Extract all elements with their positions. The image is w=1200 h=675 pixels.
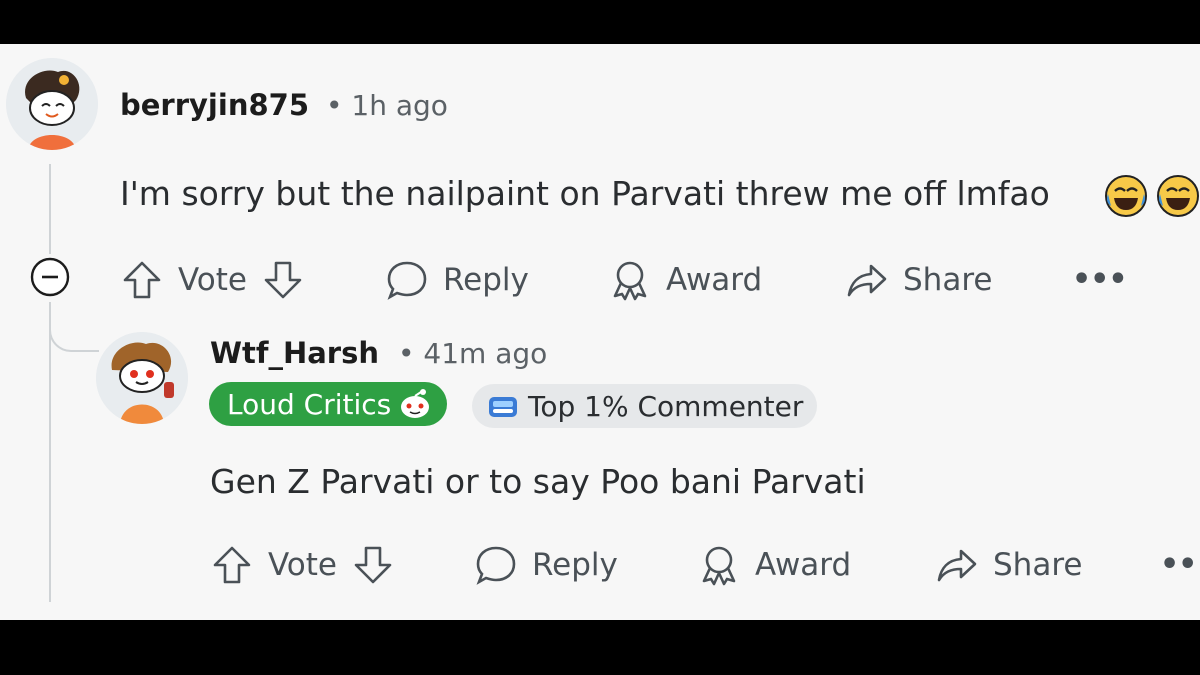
achievement-icon [489, 397, 517, 417]
thread-connector [49, 302, 99, 352]
upvote-group: Vote [120, 258, 305, 302]
share-icon [937, 549, 977, 582]
comment-body: I'm sorry but the nailpaint on Parvati t… [120, 174, 1050, 213]
snoo-icon [401, 389, 430, 418]
achievement-label: Top 1% Commenter [528, 389, 804, 423]
comment-thread: berryjin875 • 1h ago I'm sorry but the n… [0, 44, 1200, 620]
share-label: Share [903, 262, 993, 298]
comment-timestamp: • 41m ago [398, 337, 548, 370]
award-button[interactable]: Award [697, 543, 851, 587]
vote-label: Vote [268, 547, 337, 583]
upvote-icon[interactable] [120, 258, 164, 302]
award-icon [702, 546, 736, 586]
reply-button[interactable]: Reply [385, 258, 529, 302]
reply-label: Reply [443, 262, 529, 298]
thread-line[interactable] [49, 302, 51, 602]
speech-bubble-icon [476, 546, 516, 585]
award-label: Award [666, 262, 763, 298]
speech-bubble-icon [387, 261, 427, 300]
comment-username[interactable]: Wtf_Harsh [210, 336, 379, 370]
avatar[interactable] [6, 58, 98, 150]
downvote-icon[interactable] [351, 543, 395, 587]
downvote-icon[interactable] [261, 258, 305, 302]
comment-text: I'm sorry but the nailpaint on Parvati t… [120, 174, 1050, 213]
upvote-group: Vote [210, 543, 395, 587]
upvote-icon[interactable] [210, 543, 254, 587]
avatar[interactable] [96, 332, 188, 424]
reply-label: Reply [532, 547, 618, 583]
award-button[interactable]: Award [608, 258, 762, 302]
laughing-tears-emoji-icon [1105, 175, 1147, 217]
laughing-tears-emoji-icon [1157, 175, 1199, 217]
reply-button[interactable]: Reply [474, 543, 618, 587]
flair-label: Loud Critics [227, 387, 392, 421]
vote-label: Vote [178, 262, 247, 298]
more-options-icon[interactable]: ••• [1072, 262, 1128, 297]
collapse-icon[interactable] [30, 257, 70, 297]
share-label: Share [993, 547, 1083, 583]
share-icon [847, 264, 887, 297]
comment-body: Gen Z Parvati or to say Poo bani Parvati [210, 462, 866, 501]
thread-line[interactable] [49, 164, 51, 254]
comment-username[interactable]: berryjin875 [120, 88, 309, 122]
user-flair: Loud Critics [209, 382, 448, 426]
share-button[interactable]: Share [935, 543, 1082, 587]
achievement-badge: Top 1% Commenter [472, 384, 818, 428]
award-label: Award [755, 547, 852, 583]
share-button[interactable]: Share [845, 258, 992, 302]
comment-timestamp: • 1h ago [326, 89, 448, 122]
more-options-icon[interactable]: ••• [1160, 547, 1200, 582]
award-icon [613, 261, 647, 301]
